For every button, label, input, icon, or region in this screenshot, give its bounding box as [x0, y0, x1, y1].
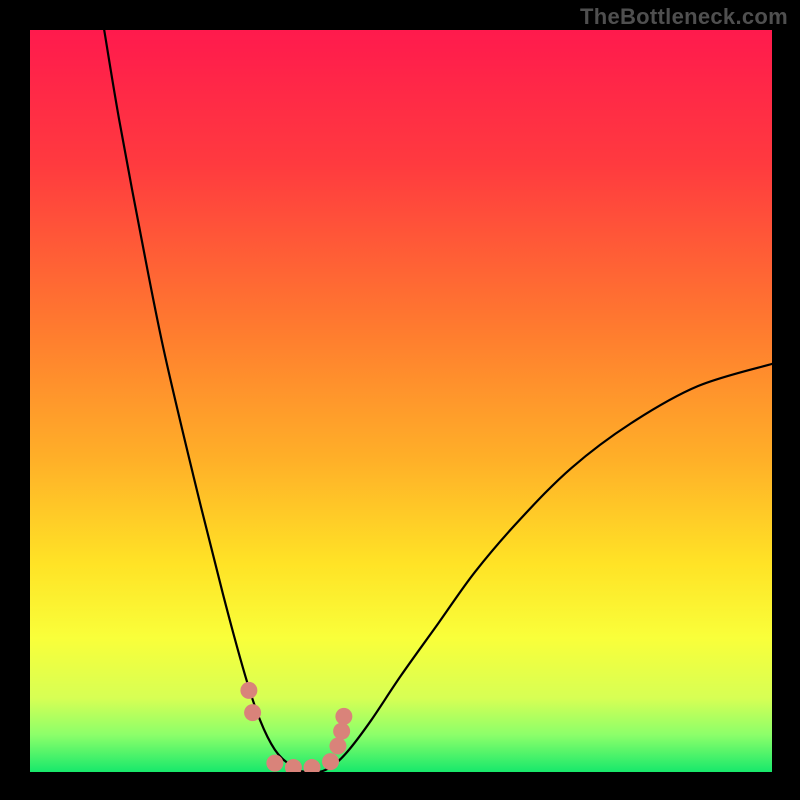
- sample-dot: [240, 682, 257, 699]
- bottleneck-chart: [0, 0, 800, 800]
- chart-stage: TheBottleneck.com: [0, 0, 800, 800]
- sample-dot: [266, 755, 283, 772]
- sample-dot: [322, 753, 339, 770]
- watermark-text: TheBottleneck.com: [580, 4, 788, 30]
- sample-dot: [244, 704, 261, 721]
- gradient-background: [30, 30, 772, 772]
- sample-dot: [303, 759, 320, 776]
- sample-dot: [285, 759, 302, 776]
- sample-dot: [329, 738, 346, 755]
- sample-dot: [335, 708, 352, 725]
- sample-dot: [333, 723, 350, 740]
